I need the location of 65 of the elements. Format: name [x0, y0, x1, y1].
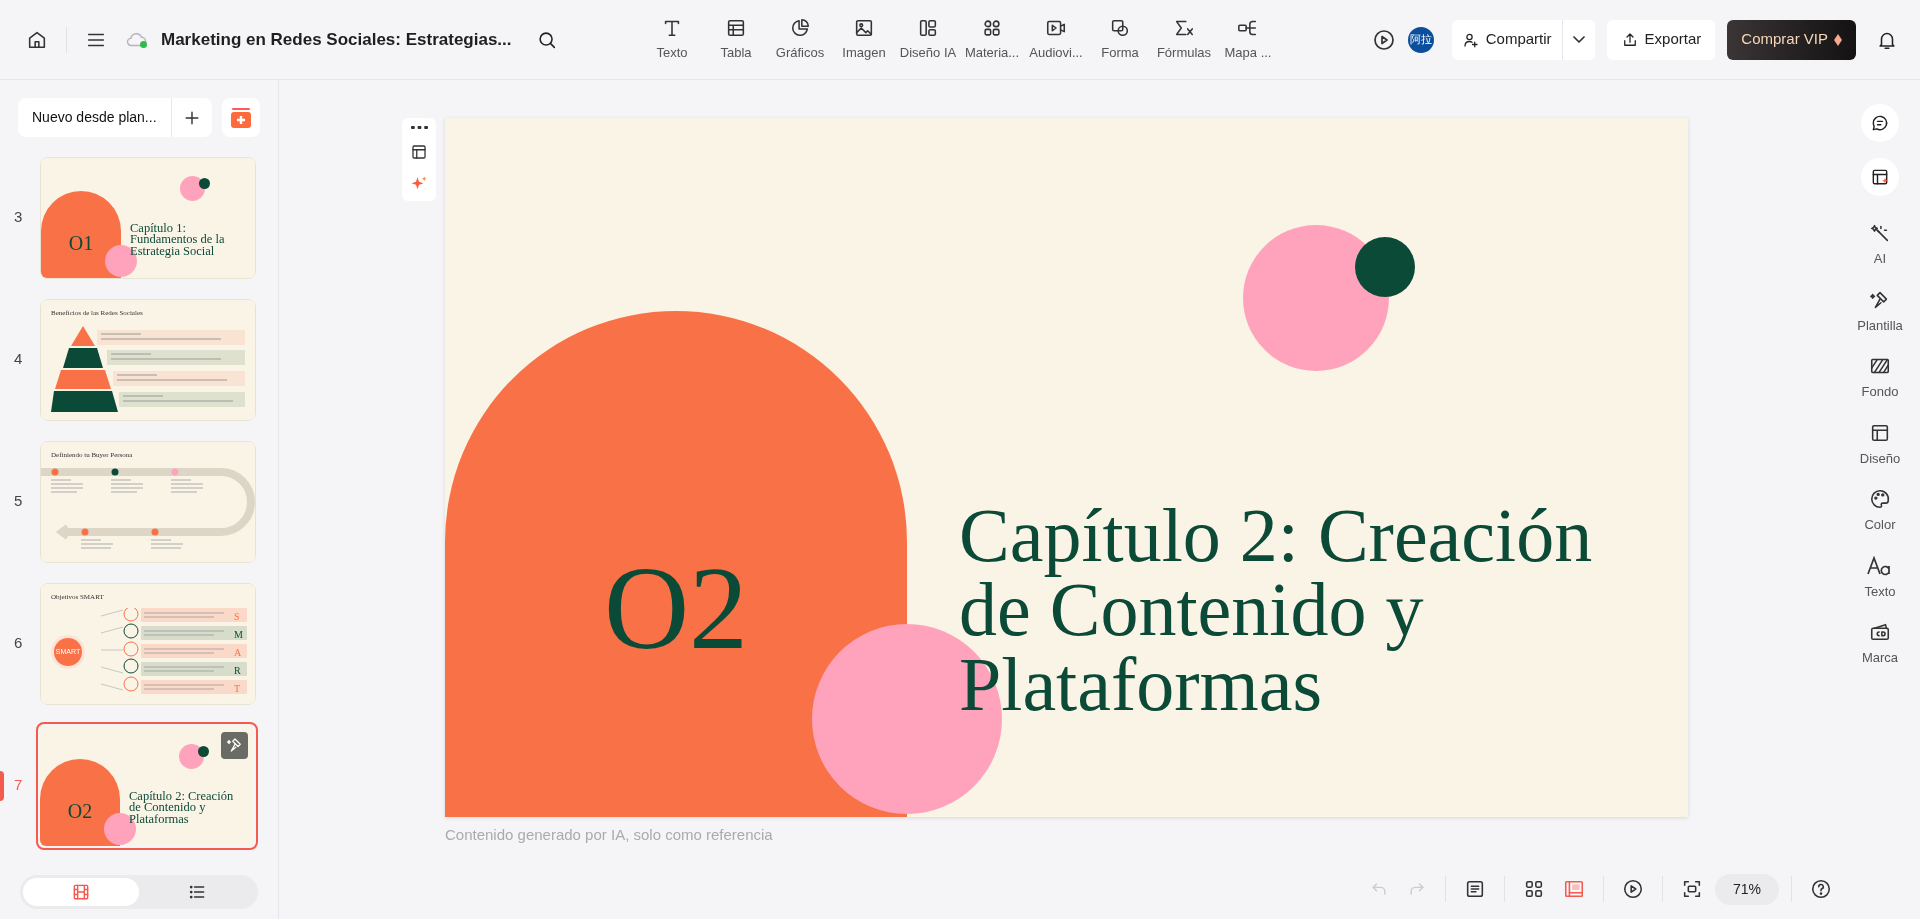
insert-tool[interactable]: Texto — [640, 16, 704, 63]
slide-title: Capítulo 2: Creación de Contenido y Plataformas — [129, 790, 235, 827]
chat-icon — [1870, 113, 1890, 133]
view-tab[interactable] — [23, 878, 139, 906]
diamond-icon — [1834, 33, 1842, 46]
slide-number: 6 — [13, 633, 24, 654]
template-brush-button[interactable] — [221, 731, 248, 759]
insert-tool[interactable]: Forma — [1088, 16, 1152, 63]
ai-disclaimer: Contenido generado por IA, solo como referencia — [445, 825, 773, 845]
smart-letter: R — [234, 663, 242, 678]
buy-vip-button[interactable]: Comprar VIP — [1727, 19, 1856, 60]
smart-letter: T — [234, 681, 242, 696]
template-library-button[interactable] — [221, 98, 260, 137]
layout-icon — [410, 143, 428, 161]
brand-card-icon — [1869, 621, 1891, 643]
slide-title: Capítulo 2: Creación de Contenido y Plataformas — [959, 498, 1594, 722]
filmstrip-icon — [71, 882, 91, 902]
side-tool-button[interactable]: Texto — [1864, 554, 1896, 601]
insert-tool[interactable]: Tabla — [704, 16, 768, 63]
chevron-down-icon — [1572, 36, 1585, 43]
section-number: O2 — [602, 542, 750, 676]
slide-thumbnail[interactable]: O1 Capítulo 1: Fundamentos de la Estrategia Social — [40, 156, 256, 279]
help-icon — [1810, 878, 1832, 900]
brush-sparkle-icon — [225, 736, 244, 754]
side-tool-button[interactable]: Fondo — [1861, 355, 1899, 402]
slide-number: 5 — [13, 491, 24, 512]
more-icon — [410, 126, 428, 129]
play-icon — [1621, 878, 1644, 900]
document-title[interactable]: Marketing en Redes Sociales: Estrategias... — [161, 26, 512, 53]
slide-thumbnail[interactable]: O2 Capítulo 2: Creación de Contenido y Plataformas — [36, 721, 258, 850]
side-tool-button[interactable]: Plantilla — [1857, 288, 1903, 335]
play-button[interactable] — [1371, 27, 1396, 52]
slide-title: Capítulo 1: Fundamentos de la Estrategia Social — [130, 222, 226, 259]
insert-tool[interactable]: Mapa ... — [1216, 16, 1280, 63]
play-icon — [1371, 27, 1396, 52]
side-tool-button[interactable]: AI — [1869, 222, 1891, 269]
section-number: O1 — [67, 230, 95, 256]
editor-view-icon — [1562, 878, 1585, 900]
slide-number: 4 — [13, 349, 24, 370]
side-tool-button[interactable]: Color — [1864, 488, 1896, 535]
ai-layout-button[interactable] — [1861, 158, 1899, 196]
font-icon — [1867, 554, 1893, 577]
insert-tool[interactable]: Fórmulas — [1152, 16, 1216, 63]
wand-icon — [1869, 222, 1891, 244]
insert-tool[interactable]: Materia... — [960, 16, 1024, 63]
smart-letter: S — [234, 609, 241, 624]
insert-tool[interactable]: Audiovi... — [1024, 16, 1088, 63]
side-tool-button[interactable]: Marca — [1861, 621, 1899, 668]
insert-tool[interactable]: Gráficos — [768, 16, 832, 63]
slide-number: 7 — [13, 775, 24, 796]
insert-tool[interactable]: Diseño IA — [896, 16, 960, 63]
palette-icon — [1869, 488, 1891, 510]
smart-letter: M — [234, 627, 243, 642]
template-icon — [229, 106, 252, 129]
side-tool-button[interactable]: Diseño — [1859, 421, 1901, 468]
smart-letter: A — [234, 645, 243, 660]
insert-tool[interactable]: Imagen — [832, 16, 896, 63]
layout-sparkle-icon — [1870, 167, 1890, 187]
slide-number: 3 — [13, 207, 24, 228]
comments-button[interactable] — [1861, 104, 1899, 142]
user-avatar[interactable]: 阿拉 — [1407, 26, 1434, 53]
zoom-level-button[interactable]: 71% — [1714, 873, 1779, 905]
pie-chart-icon — [789, 16, 811, 39]
export-button[interactable]: Exportar — [1606, 19, 1716, 60]
section-number: O2 — [66, 798, 94, 824]
